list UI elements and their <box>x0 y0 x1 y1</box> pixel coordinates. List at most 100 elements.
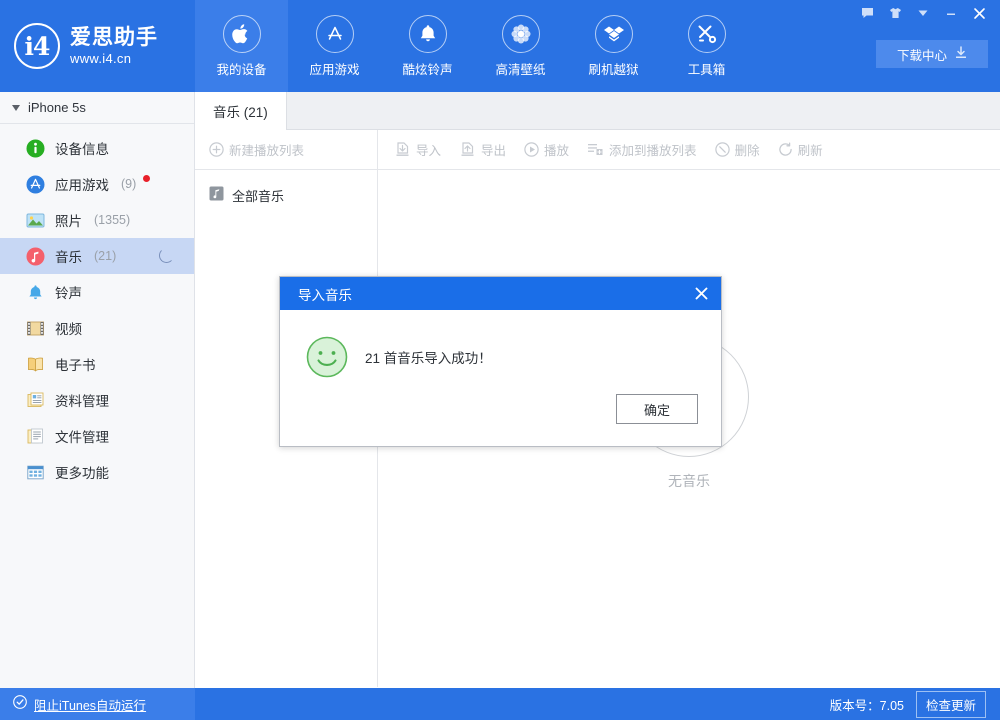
appstore-icon <box>25 174 45 194</box>
nav-tab-label: 我的设备 <box>216 59 266 78</box>
export-icon <box>459 142 476 158</box>
sidebar-item-label: 文件管理 <box>55 426 109 446</box>
book-icon <box>25 354 45 374</box>
add-to-playlist-icon <box>587 142 604 157</box>
dialog-message: 21 首音乐导入成功！ <box>365 347 492 367</box>
export-label: 导出 <box>481 140 506 159</box>
photo-icon <box>25 210 45 230</box>
play-button[interactable]: 播放 <box>524 140 569 159</box>
data-icon <box>25 390 45 410</box>
nav-tab-label: 应用游戏 <box>309 59 359 78</box>
window-controls <box>854 3 992 23</box>
sidebar-item-apps-games[interactable]: 应用游戏 (9) <box>0 166 194 202</box>
close-icon[interactable] <box>681 277 721 310</box>
download-center-label: 下载中心 <box>897 45 947 64</box>
app-header: i4 爱思助手 www.i4.cn 我的设备 <box>0 0 1000 92</box>
block-itunes-link[interactable]: 阻止iTunes自动运行 <box>34 695 146 714</box>
import-button[interactable]: 导入 <box>394 140 441 159</box>
skin-icon[interactable] <box>882 3 908 23</box>
version-label: 版本号：7.05 <box>830 695 904 714</box>
play-icon <box>524 142 539 157</box>
sidebar-item-label: 音乐 <box>55 246 82 266</box>
device-selector[interactable]: iPhone 5s <box>0 92 194 124</box>
chevron-down-icon[interactable] <box>910 3 936 23</box>
chevron-down-icon <box>12 105 20 111</box>
tools-icon <box>688 15 726 53</box>
sidebar-item-label: 设备信息 <box>55 138 109 158</box>
minimize-icon[interactable] <box>938 3 964 23</box>
nav-tab-wallpapers[interactable]: 高清壁纸 <box>474 0 567 92</box>
refresh-button[interactable]: 刷新 <box>778 140 823 159</box>
appstore-icon <box>316 15 354 53</box>
import-music-dialog: 导入音乐 21 首音乐导入成功！ 确定 <box>279 276 722 447</box>
playlist-item-all-music[interactable]: 全部音乐 <box>195 180 377 210</box>
sidebar-item-file-management[interactable]: 文件管理 <box>0 418 194 454</box>
sidebar-item-label: 电子书 <box>55 354 96 374</box>
import-icon <box>394 142 411 158</box>
video-icon <box>25 318 45 338</box>
add-to-playlist-label: 添加到播放列表 <box>609 140 697 159</box>
info-icon <box>25 138 45 158</box>
sidebar-item-music[interactable]: 音乐 (21) <box>0 238 194 274</box>
refresh-icon <box>778 142 793 157</box>
status-bar-right: 版本号：7.05 检查更新 <box>830 691 1000 718</box>
tab-music[interactable]: 音乐 (21) <box>195 92 287 130</box>
ok-button[interactable]: 确定 <box>616 394 698 424</box>
playlist-item-label: 全部音乐 <box>232 186 284 205</box>
sidebar-item-more-features[interactable]: 更多功能 <box>0 454 194 490</box>
bell-icon <box>25 282 45 302</box>
smiley-success-icon <box>306 336 348 378</box>
nav-tab-apps-games[interactable]: 应用游戏 <box>288 0 381 92</box>
box-icon <box>595 15 633 53</box>
nav-tab-flash-jailbreak[interactable]: 刷机越狱 <box>567 0 660 92</box>
sidebar-item-photos[interactable]: 照片 (1355) <box>0 202 194 238</box>
brand-url: www.i4.cn <box>70 52 158 66</box>
sidebar-item-label: 更多功能 <box>55 462 109 482</box>
sidebar-item-count: (9) <box>121 177 136 191</box>
sidebar-item-count: (1355) <box>94 213 130 227</box>
sidebar-item-label: 视频 <box>55 318 82 338</box>
nav-tab-ringtones[interactable]: 酷炫铃声 <box>381 0 474 92</box>
status-bar-left: 阻止iTunes自动运行 <box>0 688 195 720</box>
feedback-icon[interactable] <box>854 3 880 23</box>
new-playlist-button[interactable]: 新建播放列表 <box>209 140 304 159</box>
dialog-title-bar: 导入音乐 <box>280 277 721 310</box>
check-circle-icon <box>13 695 27 714</box>
check-update-button[interactable]: 检查更新 <box>916 691 986 718</box>
dialog-footer: 确定 <box>616 394 698 424</box>
sidebar-item-videos[interactable]: 视频 <box>0 310 194 346</box>
download-icon <box>955 46 967 62</box>
close-icon[interactable] <box>966 3 992 23</box>
delete-label: 删除 <box>735 140 760 159</box>
delete-icon <box>715 142 730 157</box>
tab-label: 音乐 (21) <box>213 101 268 121</box>
dialog-body: 21 首音乐导入成功！ <box>280 310 721 378</box>
export-button[interactable]: 导出 <box>459 140 506 159</box>
more-icon <box>25 462 45 482</box>
nav-tab-label: 高清壁纸 <box>495 59 545 78</box>
i4-logo-icon: i4 <box>14 23 60 69</box>
plus-circle-icon <box>209 142 224 157</box>
file-icon <box>25 426 45 446</box>
empty-state-text: 无音乐 <box>668 471 710 491</box>
content-tabbar: 音乐 (21) <box>195 92 1000 130</box>
new-playlist-label: 新建播放列表 <box>229 140 304 159</box>
sidebar-item-device-info[interactable]: 设备信息 <box>0 130 194 166</box>
brand-title: 爱思助手 <box>70 27 158 49</box>
nav-tab-my-device[interactable]: 我的设备 <box>195 0 288 92</box>
sidebar-item-ebooks[interactable]: 电子书 <box>0 346 194 382</box>
device-name: iPhone 5s <box>28 100 86 115</box>
delete-button[interactable]: 删除 <box>715 140 760 159</box>
sidebar-item-data-management[interactable]: 资料管理 <box>0 382 194 418</box>
nav-tab-toolbox[interactable]: 工具箱 <box>660 0 753 92</box>
nav-tab-label: 工具箱 <box>688 59 726 78</box>
app-window: i4 爱思助手 www.i4.cn 我的设备 <box>0 0 1000 720</box>
add-to-playlist-button[interactable]: 添加到播放列表 <box>587 140 697 159</box>
notification-badge-dot <box>143 175 150 182</box>
brand-logo-area: i4 爱思助手 www.i4.cn <box>0 0 195 92</box>
toolbar-group-playlist: 新建播放列表 <box>195 130 378 170</box>
download-center-button[interactable]: 下载中心 <box>876 40 988 68</box>
sidebar-item-ringtones[interactable]: 铃声 <box>0 274 194 310</box>
status-bar: 阻止iTunes自动运行 版本号：7.05 检查更新 <box>0 688 1000 720</box>
sidebar-nav-list: 设备信息 应用游戏 (9) <box>0 124 194 490</box>
